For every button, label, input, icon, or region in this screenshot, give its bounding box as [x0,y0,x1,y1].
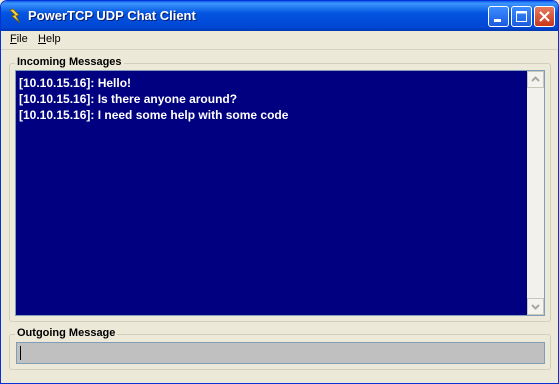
outgoing-message-label: Outgoing Message [15,327,118,339]
menu-help[interactable]: Help [38,33,61,45]
incoming-messages-label: Incoming Messages [15,56,124,68]
close-icon [539,11,550,22]
menu-bar: File Help [1,31,558,50]
scroll-up-button[interactable] [527,71,544,88]
scroll-down-icon [531,304,540,310]
message-line: [10.10.15.16]: Hello! [19,76,132,90]
vertical-scrollbar[interactable] [527,71,544,315]
minimize-icon [494,19,501,22]
maximize-button[interactable] [511,6,532,27]
message-line: [10.10.15.16]: Is there anyone around? [19,92,238,106]
incoming-messages-box[interactable]: [10.10.15.16]: Hello! [10.10.15.16]: Is … [15,70,545,316]
outgoing-message-input[interactable] [16,342,545,364]
window-title: PowerTCP UDP Chat Client [28,8,196,23]
scroll-up-icon [531,76,540,82]
maximize-icon [516,11,527,22]
close-button[interactable] [534,6,555,27]
scroll-down-button[interactable] [527,298,544,315]
text-caret [20,346,21,360]
minimize-button[interactable] [488,6,509,27]
message-line: [10.10.15.16]: I need some help with som… [19,108,289,122]
title-bar[interactable]: PowerTCP UDP Chat Client [1,1,558,31]
menu-file[interactable]: File [10,33,28,45]
lightning-app-icon[interactable] [7,8,23,24]
chat-window: PowerTCP UDP Chat Client File Help Incom… [0,0,559,384]
